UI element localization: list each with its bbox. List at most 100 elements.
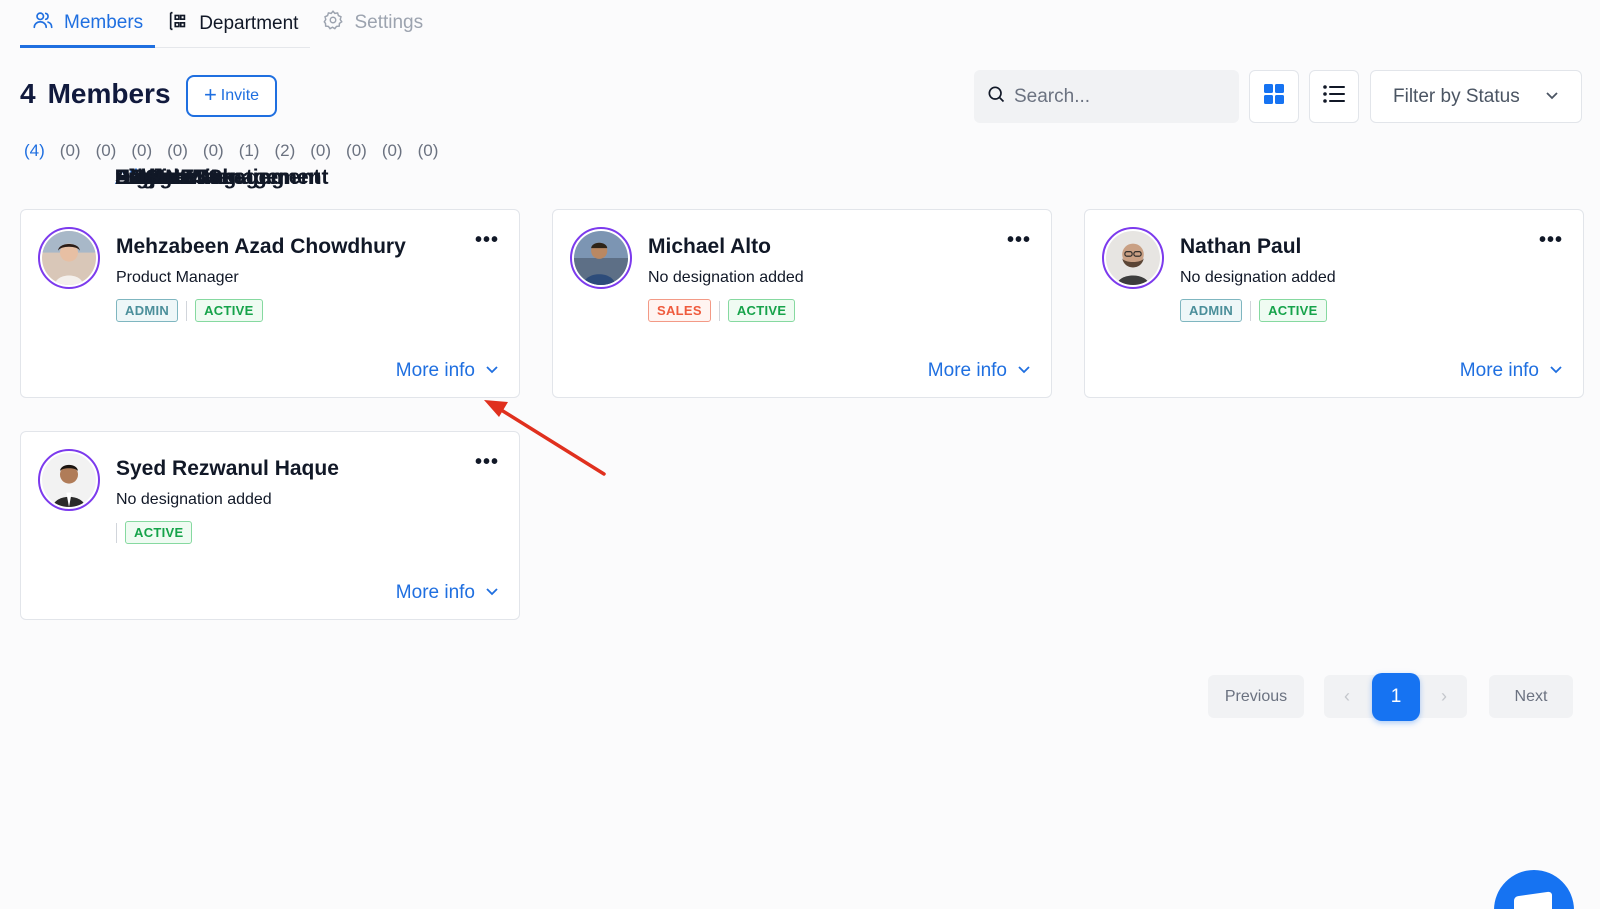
- grid-view-button[interactable]: [1249, 70, 1299, 123]
- dept-filter-count: (0): [310, 141, 332, 160]
- member-card: Syed Rezwanul Haque No designation added…: [20, 431, 520, 620]
- dept-filter-count: (0): [59, 141, 81, 160]
- more-options-icon[interactable]: •••: [1007, 230, 1031, 250]
- more-info-label: More info: [927, 360, 1007, 381]
- dept-filter-project-management[interactable]: Project Management (0): [115, 141, 367, 189]
- dept-filter-count: (0): [131, 141, 153, 160]
- dept-filter-count: (0): [346, 141, 367, 160]
- member-badges: ADMIN ACTIVE: [1180, 299, 1327, 322]
- member-designation: No designation added: [1180, 269, 1336, 286]
- status-badge: ACTIVE: [727, 299, 796, 322]
- member-name: Mehzabeen Azad Chowdhury: [116, 235, 406, 258]
- dept-filter-count: (0): [202, 141, 224, 160]
- role-badge: ADMIN: [116, 299, 179, 322]
- chevron-down-icon: [485, 582, 499, 604]
- more-info-label: More info: [1459, 360, 1539, 381]
- dept-filter-count: (4): [24, 141, 45, 160]
- role-badge: SALES: [648, 299, 711, 322]
- chat-launcher-button[interactable]: [1494, 870, 1574, 909]
- member-designation: Product Manager: [116, 269, 239, 286]
- badge-separator: [1250, 300, 1252, 321]
- dept-filter-design[interactable]: Design (0): [92, 141, 185, 189]
- member-badges: SALES ACTIVE: [648, 299, 796, 322]
- search-input[interactable]: [1014, 85, 1224, 108]
- tab-members-label: Members: [64, 11, 144, 33]
- chevron-down-icon: [485, 360, 499, 382]
- dept-filter-count: (0): [95, 141, 117, 160]
- previous-label: Previous: [1224, 687, 1288, 705]
- tab-department-label: Department: [199, 12, 299, 34]
- more-options-icon[interactable]: •••: [475, 230, 499, 250]
- badge-separator: [116, 522, 117, 543]
- tab-settings[interactable]: Settings: [310, 0, 435, 48]
- more-options-icon[interactable]: •••: [475, 452, 499, 472]
- dept-filter-finance[interactable]: Finance (0): [115, 141, 224, 189]
- dept-filter-all[interactable]: All (4): [20, 141, 138, 189]
- top-tabs: Members Department Settings: [20, 0, 435, 48]
- member-designation: No designation added: [648, 269, 804, 286]
- chevron-down-icon: [1545, 86, 1559, 108]
- member-badges: ADMIN ACTIVE: [116, 299, 263, 322]
- invite-label: Invite: [220, 87, 260, 104]
- more-info-button[interactable]: More info: [396, 360, 499, 382]
- status-filter-label: Filter by Status: [1393, 85, 1520, 107]
- member-name: Michael Alto: [648, 235, 771, 258]
- dept-filter-name: BUSINESS: [115, 166, 223, 189]
- status-badge: ACTIVE: [125, 521, 193, 544]
- gear-icon: [322, 9, 344, 37]
- previous-page-button[interactable]: Previous: [1208, 675, 1304, 718]
- list-icon: [1323, 85, 1345, 108]
- page-title: 4 Members: [20, 78, 171, 110]
- invite-button[interactable]: + Invite: [186, 75, 277, 117]
- member-name: Syed Rezwanul Haque: [116, 457, 339, 480]
- avatar: [38, 227, 100, 289]
- users-icon: [32, 9, 54, 37]
- dept-filter-digital-marketing[interactable]: Digital Marketing (0): [115, 141, 284, 189]
- member-designation: No designation added: [116, 491, 272, 508]
- more-info-button[interactable]: More info: [396, 582, 499, 604]
- current-page-number: 1: [1390, 686, 1402, 707]
- chevron-down-icon: [1549, 360, 1563, 382]
- avatar: [1102, 227, 1164, 289]
- dept-filter-engineering[interactable]: Engineering (0): [56, 141, 237, 189]
- member-badges: ACTIVE: [116, 521, 193, 544]
- dept-filter-law[interactable]: LAW (0): [115, 141, 403, 189]
- badge-separator: [718, 300, 720, 321]
- tab-department[interactable]: Department: [155, 0, 311, 48]
- next-label: Next: [1514, 687, 1548, 705]
- department-icon: [167, 10, 189, 38]
- chevron-right-icon[interactable]: ›: [1441, 686, 1447, 707]
- tab-members[interactable]: Members: [20, 0, 156, 48]
- page-title-text: Members: [47, 78, 171, 109]
- plus-icon: +: [203, 82, 217, 107]
- more-info-label: More info: [395, 582, 475, 603]
- department-filters: All (4) Engineering (0) Design (0) Digital …: [20, 141, 439, 189]
- dept-filter-count: (0): [417, 141, 439, 160]
- member-count: 4: [20, 78, 36, 109]
- current-page-button[interactable]: 1: [1372, 673, 1420, 721]
- dept-filter-product-management[interactable]: Product Management (0): [115, 141, 332, 189]
- dept-filter-count: (1): [238, 141, 260, 160]
- dept-filter-count: (0): [381, 141, 403, 160]
- dept-filter-sales[interactable]: Sales (1): [115, 141, 260, 189]
- more-info-button[interactable]: More info: [928, 360, 1031, 382]
- more-info-label: More info: [395, 360, 475, 381]
- status-filter-select[interactable]: Filter by Status: [1370, 70, 1582, 123]
- more-info-button[interactable]: More info: [1460, 360, 1563, 382]
- dept-filter-business[interactable]: BUSINESS (0): [115, 141, 439, 189]
- chat-icon: [1514, 891, 1552, 909]
- next-page-button[interactable]: Next: [1489, 675, 1573, 718]
- dept-filter-hr[interactable]: HR (0): [115, 141, 188, 189]
- list-view-button[interactable]: [1309, 70, 1359, 123]
- member-card: Nathan Paul No designation added ADMIN A…: [1084, 209, 1584, 398]
- member-card: Michael Alto No designation added SALES …: [552, 209, 1052, 398]
- search-box: [974, 70, 1239, 123]
- search-icon: [986, 84, 1006, 109]
- chevron-left-icon[interactable]: ‹: [1344, 686, 1350, 707]
- member-name: Nathan Paul: [1180, 235, 1302, 258]
- status-badge: ACTIVE: [195, 299, 263, 322]
- member-card: Mehzabeen Azad Chowdhury Product Manager…: [20, 209, 520, 398]
- dept-filter-admin[interactable]: Admin (2): [115, 141, 295, 189]
- more-options-icon[interactable]: •••: [1539, 230, 1563, 250]
- role-badge: ADMIN: [1180, 299, 1243, 322]
